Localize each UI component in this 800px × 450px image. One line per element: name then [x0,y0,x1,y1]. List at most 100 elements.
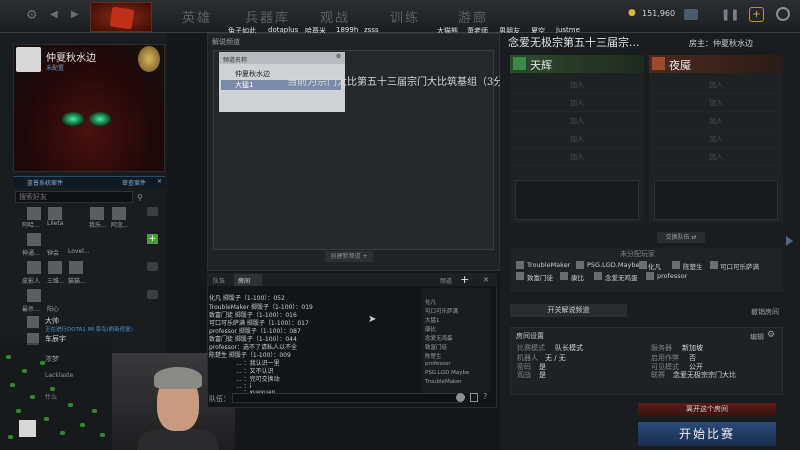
friend-name: 神通... [22,250,40,257]
friend-avatar[interactable] [27,316,39,328]
unassigned-player[interactable]: 康比 [571,272,584,282]
gear-icon[interactable]: ⚙ [336,53,341,60]
create-channel-button[interactable]: 创建新频道 + [325,251,373,262]
friend-search-input[interactable] [15,191,133,203]
nav-tab-armory[interactable]: 兵器库 [245,7,290,26]
friend-avatar[interactable] [27,261,41,274]
add-tab-icon[interactable]: + [460,273,469,286]
close-icon[interactable]: ✕ [483,276,489,284]
unassigned-player[interactable]: PSG.LGD.Maybe [587,261,639,269]
power-icon[interactable] [776,7,790,21]
friend-avatar[interactable] [90,207,104,220]
friend-avatar[interactable] [27,233,41,246]
chat-member[interactable]: 陈楚生 [425,352,442,360]
radiant-join-slot[interactable]: 加入 [512,130,642,148]
friend-avatar[interactable] [69,261,83,274]
radiant-title: 天辉 [530,59,552,72]
start-game-button[interactable]: 开始比赛 [638,422,776,446]
emoji-icon[interactable] [456,393,465,402]
avatar[interactable] [19,420,36,437]
nav-tab-heroes[interactable]: 英雄 [182,7,212,26]
avatar[interactable] [16,47,41,72]
friend-avatar[interactable] [112,207,126,220]
dire-join-slot[interactable]: 加入 [651,148,781,166]
chat-member[interactable]: 念爱无鸡蛋 [425,334,453,342]
unassigned-player[interactable]: 可口可乐萨满 [720,261,759,271]
dire-join-slot[interactable]: 加入 [651,94,781,112]
nav-tab-arcade[interactable]: 游廊 [458,7,488,26]
dire-join-slot[interactable]: 加入 [651,76,781,94]
chat-member[interactable]: 化凡 [425,298,436,306]
radiant-join-slot[interactable]: 加入 [512,112,642,130]
friend-name: Lovel... [68,248,90,255]
tab-channel[interactable]: 频道 [440,276,452,285]
forward-arrow-icon[interactable]: ▶ [71,9,79,20]
unassigned-player[interactable]: TroubleMaker [527,261,570,269]
dire-icon [652,57,665,70]
friend-avatar[interactable] [27,289,41,302]
radiant-join-slot[interactable]: 加入 [512,94,642,112]
nav-tab-watch[interactable]: 观战 [320,7,350,26]
toggle-commentary-channel-button[interactable]: 开关解说频道 [510,304,627,317]
player-icon [672,261,680,269]
gear-icon[interactable]: ⚙ [767,330,775,340]
stream-overlay-effect [0,343,112,450]
unassigned-player[interactable]: 致富门徒 [527,272,553,282]
back-arrow-icon[interactable]: ◀ [50,9,58,20]
leave-room-button[interactable]: 离开这个房间 [638,403,776,416]
friend-name: Lileta [47,220,64,227]
unassigned-player[interactable]: 念爱无鸡蛋 [605,272,638,282]
dire-join-slot[interactable]: 加入 [651,112,781,130]
chat-member[interactable]: 康比 [425,325,436,333]
panel-title: 解说频道 [212,38,240,46]
friend-name: 钟会 [47,250,60,257]
add-friend-button[interactable]: + [147,234,158,244]
edit-settings-button[interactable]: 编辑 [750,332,764,342]
review-cases-link[interactable]: 审查案件 [122,178,146,187]
eye-icon[interactable] [147,207,158,216]
search-icon[interactable]: ⚲ [137,193,143,202]
nav-tab-learn[interactable]: 训练 [390,7,420,26]
player-icon [576,261,584,269]
chat-input[interactable] [232,393,462,403]
join-label: 加入 [709,117,723,125]
help-icon[interactable]: ? [483,392,487,401]
join-label: 加入 [709,81,723,89]
friend-avatar[interactable] [48,261,62,274]
cancel-room-link[interactable]: 撤销房间 [751,307,779,317]
unassigned-player[interactable]: 陈楚生 [683,261,703,271]
player-icon [646,272,654,280]
chat-member[interactable]: 可口可乐萨满 [425,307,458,315]
radiant-join-slot[interactable]: 加入 [512,148,642,166]
chevron-right-icon[interactable] [786,236,793,246]
tab-room[interactable]: 房间 [238,276,250,285]
chat-member[interactable]: 大猛1 [425,316,440,324]
chat-member[interactable]: professor [425,361,451,367]
unassigned-player[interactable]: 化凡 [648,261,661,271]
mail-icon[interactable] [684,9,698,20]
chat-member[interactable]: PSG.LGD.Maybe [425,370,469,376]
swap-teams-button[interactable]: 交换队伍 ⇄ [657,232,705,243]
player-icon [594,272,602,280]
plus-icon[interactable]: + [749,7,764,22]
settings-gear-icon[interactable]: ⚙ [26,8,38,23]
radiant-join-slot[interactable]: 加入 [512,76,642,94]
join-label: 加入 [570,135,584,143]
dota-logo-button[interactable] [90,2,152,32]
chat-member[interactable]: 致富门徒 [425,343,447,351]
pause-icon[interactable]: ❚❚ [721,8,739,21]
chat-member[interactable]: TroubleMaker [425,379,462,385]
tab-team[interactable]: 队伍 [213,276,225,285]
friend-avatar[interactable] [48,207,62,220]
eye-icon[interactable] [147,290,158,299]
player-icon [639,261,647,269]
channel-list-header: 频道名称 ⚙ [219,52,345,64]
unassigned-player[interactable]: professor [657,272,687,280]
eye-icon[interactable] [147,262,158,271]
friend-avatar[interactable] [27,207,41,220]
dire-join-slot[interactable]: 加入 [651,130,781,148]
create-channel-label: 创建新频道 [330,253,361,260]
close-icon[interactable]: ✕ [157,178,162,185]
copy-icon[interactable] [470,393,478,402]
channel-name: 仲夏秋水边 [235,70,270,78]
